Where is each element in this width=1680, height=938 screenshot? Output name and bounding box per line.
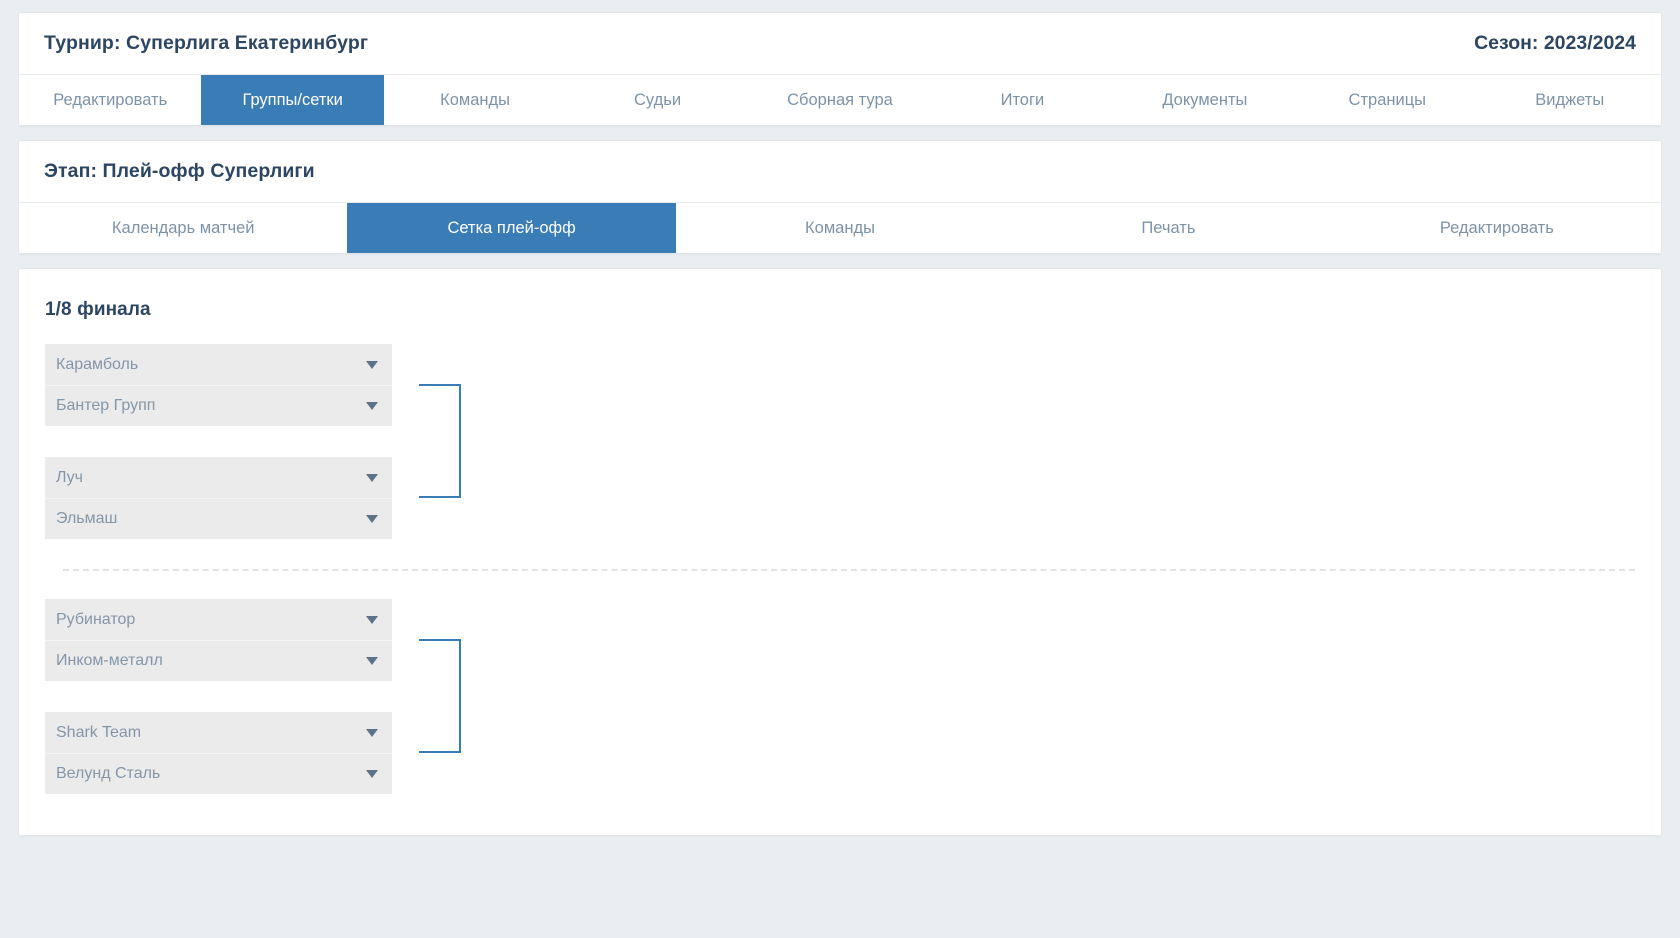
tab-referees[interactable]: Судьи [566, 75, 748, 125]
team-slot[interactable]: Карамболь [45, 344, 392, 385]
page-root: Турнир: Суперлига Екатеринбург Сезон: 20… [0, 0, 1680, 938]
tab-groups-grids[interactable]: Группы/сетки [201, 75, 384, 125]
team-slot[interactable]: Инком-металл [45, 640, 392, 681]
tab-edit[interactable]: Редактировать [19, 75, 201, 125]
chevron-down-icon [366, 473, 378, 482]
chevron-down-icon [366, 615, 378, 624]
team-slot-label: Велунд Сталь [56, 765, 161, 782]
team-slot[interactable]: Рубинатор [45, 599, 392, 640]
tab-widgets[interactable]: Виджеты [1479, 75, 1661, 125]
match-pair-3: Рубинатор Инком-металл [45, 599, 485, 681]
team-slot[interactable]: Бантер Групп [45, 385, 392, 426]
match-pair-2: Луч Эльмаш [45, 457, 485, 539]
tab-playoff-bracket[interactable]: Сетка плей-офф [347, 203, 676, 253]
chevron-down-icon [366, 360, 378, 369]
match-pair-4: Shark Team Велунд Сталь [45, 712, 485, 794]
season-label: Сезон: 2023/2024 [1474, 32, 1636, 54]
chevron-down-icon [366, 515, 378, 523]
tab-team-of-round[interactable]: Сборная тура [749, 75, 931, 125]
match-group-2: Рубинатор Инком-металл Shark Team Велунд [45, 599, 485, 794]
stage-title: Этап: Плей-офф Суперлиги [44, 160, 315, 182]
tab-stage-teams[interactable]: Команды [676, 203, 1004, 253]
team-slot-label: Луч [56, 468, 84, 486]
round-title: 1/8 финала [45, 299, 151, 320]
team-slot-label: Бантер Групп [56, 397, 156, 414]
chevron-down-icon [366, 657, 378, 665]
tab-results[interactable]: Итоги [931, 75, 1113, 125]
team-slot[interactable]: Велунд Сталь [45, 753, 392, 794]
tournament-header: Турнир: Суперлига Екатеринбург Сезон: 20… [19, 13, 1661, 75]
team-slot-label: Shark Team [56, 723, 142, 741]
tab-documents[interactable]: Документы [1114, 75, 1296, 125]
stage-tabs: Календарь матчей Сетка плей-офф Команды … [19, 203, 1661, 253]
tournament-tabs: Редактировать Группы/сетки Команды Судьи… [19, 75, 1661, 125]
team-slot[interactable]: Эльмаш [45, 498, 392, 539]
tab-match-calendar[interactable]: Календарь матчей [19, 203, 347, 253]
match-pair-1: Карамболь Бантер Групп [45, 344, 485, 426]
team-slot-label: Рубинатор [56, 610, 136, 628]
tab-stage-edit[interactable]: Редактировать [1333, 203, 1661, 253]
bracket-divider [63, 569, 1635, 571]
stage-header: Этап: Плей-офф Суперлиги [19, 141, 1661, 203]
team-slot[interactable]: Луч [45, 457, 392, 498]
bracket-area: Карамболь Бантер Групп Луч Эльмаш Рубина… [19, 344, 1661, 794]
tab-pages[interactable]: Страницы [1296, 75, 1478, 125]
team-slot-label: Инком-металл [56, 652, 163, 669]
chevron-down-icon [366, 402, 378, 410]
bracket-card: 1/8 финала Карамболь Бантер Групп Луч Эл… [18, 268, 1662, 836]
stage-card: Этап: Плей-офф Суперлиги Календарь матче… [18, 140, 1662, 254]
tab-print[interactable]: Печать [1004, 203, 1332, 253]
team-slot[interactable]: Shark Team [45, 712, 392, 753]
page-title: Турнир: Суперлига Екатеринбург [44, 32, 369, 54]
chevron-down-icon [366, 770, 378, 778]
tournament-card: Турнир: Суперлига Екатеринбург Сезон: 20… [18, 12, 1662, 126]
tab-teams[interactable]: Команды [384, 75, 566, 125]
team-slot-label: Эльмаш [56, 510, 118, 527]
match-group-1: Карамболь Бантер Групп Луч Эльмаш [45, 344, 485, 539]
chevron-down-icon [366, 728, 378, 737]
team-slot-label: Карамболь [56, 355, 139, 373]
